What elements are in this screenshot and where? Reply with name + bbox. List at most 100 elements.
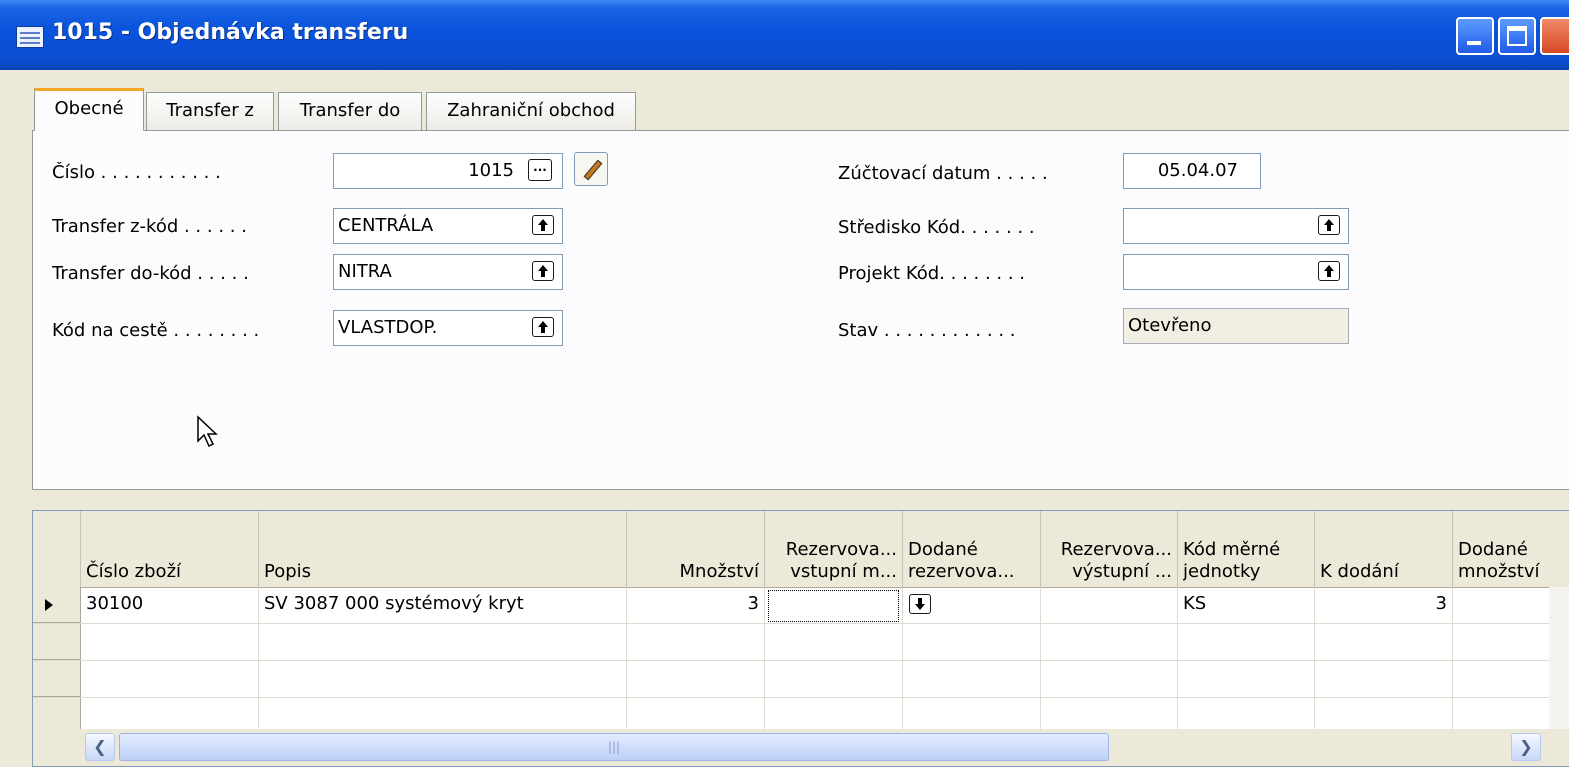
- tab-obecne[interactable]: Obecné: [34, 88, 144, 131]
- grid-cell[interactable]: [903, 661, 1041, 698]
- grid-cell[interactable]: [259, 624, 627, 661]
- table-row[interactable]: [33, 661, 1569, 698]
- ellipsis-button[interactable]: ...: [528, 159, 552, 181]
- grid-cell[interactable]: [903, 624, 1041, 661]
- tab-zahranicni-obchod[interactable]: Zahraniční obchod: [426, 92, 636, 130]
- lookup-arrow-icon[interactable]: [1318, 261, 1340, 281]
- projekt-label: Projekt Kód. . . . . . . .: [838, 263, 1026, 284]
- table-row[interactable]: [33, 624, 1569, 661]
- col-header-cislo-zbozi[interactable]: Číslo zboží: [81, 511, 259, 587]
- cislo-value: 1015: [468, 160, 514, 181]
- form-icon: [16, 26, 44, 48]
- projekt-field[interactable]: [1123, 254, 1349, 290]
- col-header-rezervovano-vystupni[interactable]: Rezervova... výstupní ...: [1041, 511, 1178, 587]
- scroll-right-icon[interactable]: ❯: [1511, 733, 1541, 761]
- lookup-arrow-icon[interactable]: [1318, 215, 1340, 235]
- col-header-mnozstvi[interactable]: Množství: [627, 511, 765, 587]
- cell-mnozstvi[interactable]: 3: [627, 587, 765, 624]
- row-selector-current[interactable]: [33, 587, 81, 623]
- col-header-label: Dodané množství: [1458, 539, 1540, 582]
- tab-label: Zahraniční obchod: [447, 100, 615, 121]
- col-header-rezervovano-vstupni[interactable]: Rezervova... vstupní m...: [765, 511, 903, 587]
- close-button[interactable]: [1540, 17, 1569, 55]
- cislo-field[interactable]: 1015 ...: [333, 153, 563, 189]
- kod-na-ceste-label: Kód na cestě . . . . . . . .: [52, 320, 260, 341]
- col-header-k-dodani[interactable]: K dodání: [1315, 511, 1453, 587]
- stav-value: Otevřeno: [1128, 315, 1212, 336]
- cislo-label: Číslo . . . . . . . . . . .: [52, 162, 221, 183]
- tab-label: Obecné: [54, 98, 124, 119]
- cell-rezervovano-vystupni[interactable]: [1041, 587, 1178, 624]
- window-body: Obecné Transfer z Transfer do Zahraniční…: [0, 70, 1569, 767]
- header-selector: [33, 511, 81, 587]
- focused-cell-outline: [768, 590, 899, 622]
- cell-cislo-zbozi[interactable]: 30100: [81, 587, 259, 624]
- grid-header: Číslo zboží Popis Množství Rezervova... v…: [33, 511, 1569, 588]
- horizontal-scrollbar[interactable]: ❮ ||| ❯: [33, 729, 1569, 766]
- stredisko-label: Středisko Kód. . . . . . .: [838, 217, 1035, 238]
- grid-cell[interactable]: [1178, 624, 1315, 661]
- col-header-dodane-rezervovano[interactable]: Dodané rezervova...: [903, 511, 1041, 587]
- window-title: 1015 - Objednávka transferu: [52, 20, 409, 45]
- col-header-label: Rezervova... vstupní m...: [785, 539, 897, 582]
- lookup-arrow-icon[interactable]: [532, 215, 554, 235]
- grid-cell[interactable]: [627, 624, 765, 661]
- row-selector[interactable]: [33, 661, 81, 697]
- lookup-arrow-icon[interactable]: [532, 317, 554, 337]
- col-header-label: Množství: [679, 561, 760, 582]
- col-header-label: Kód měrné jednotky: [1183, 539, 1281, 582]
- grid-cell[interactable]: [1315, 661, 1453, 698]
- zuctovaci-datum-label: Zúčtovací datum . . . . .: [838, 163, 1048, 184]
- stredisko-field[interactable]: [1123, 208, 1349, 244]
- pencil-icon[interactable]: [574, 152, 608, 186]
- grid-cell[interactable]: [81, 661, 259, 698]
- row-selector[interactable]: [33, 624, 81, 660]
- col-header-dodane-mnozstvi[interactable]: Dodané množství: [1453, 511, 1569, 587]
- tab-transfer-z[interactable]: Transfer z: [146, 92, 274, 130]
- transfer-z-field[interactable]: CENTRÁLA: [333, 208, 563, 244]
- stav-field: Otevřeno: [1123, 308, 1349, 344]
- grid-cell[interactable]: [81, 624, 259, 661]
- tab-label: Transfer z: [166, 100, 254, 121]
- col-header-label: Číslo zboží: [86, 561, 182, 582]
- grid-cell[interactable]: [765, 624, 903, 661]
- grid-cell[interactable]: [765, 661, 903, 698]
- grid-cell[interactable]: [1041, 661, 1178, 698]
- grid-cell[interactable]: [1041, 624, 1178, 661]
- scroll-left-icon[interactable]: ❮: [85, 733, 115, 761]
- transfer-z-value: CENTRÁLA: [338, 215, 434, 236]
- col-header-label: Rezervova... výstupní ...: [1060, 539, 1172, 582]
- minimize-button[interactable]: [1456, 17, 1494, 55]
- zuctovaci-datum-field[interactable]: 05.04.07: [1123, 153, 1261, 189]
- col-header-popis[interactable]: Popis: [259, 511, 627, 587]
- cell-k-dodani[interactable]: 3: [1315, 587, 1453, 624]
- transfer-do-field[interactable]: NITRA: [333, 254, 563, 290]
- stav-label: Stav . . . . . . . . . . . .: [838, 320, 1016, 341]
- scroll-thumb[interactable]: |||: [119, 733, 1109, 761]
- transfer-do-label: Transfer do-kód . . . . .: [52, 263, 249, 284]
- tab-label: Transfer do: [299, 100, 401, 121]
- grid-cell[interactable]: [259, 661, 627, 698]
- vertical-scrollbar[interactable]: [1549, 587, 1569, 732]
- cell-popis[interactable]: SV 3087 000 systémový kryt: [259, 587, 627, 624]
- col-header-label: Popis: [264, 561, 312, 582]
- transfer-z-label: Transfer z-kód . . . . . .: [52, 216, 247, 237]
- grid-cell[interactable]: [1178, 661, 1315, 698]
- col-header-label: K dodání: [1320, 561, 1399, 582]
- maximize-button[interactable]: [1498, 17, 1536, 55]
- col-header-label: Dodané rezervova...: [908, 539, 1015, 582]
- transfer-do-value: NITRA: [338, 261, 392, 282]
- grid-cell[interactable]: [1315, 624, 1453, 661]
- col-header-kod-merne-jednotky[interactable]: Kód měrné jednotky: [1178, 511, 1315, 587]
- kod-na-ceste-value: VLASTDOP.: [338, 317, 438, 338]
- cell-kod-mj[interactable]: KS: [1178, 587, 1315, 624]
- kod-na-ceste-field[interactable]: VLASTDOP.: [333, 310, 563, 346]
- grid-cell[interactable]: [627, 661, 765, 698]
- drilldown-arrow-icon[interactable]: [909, 594, 931, 614]
- lookup-arrow-icon[interactable]: [532, 261, 554, 281]
- title-bar: 1015 - Objednávka transferu: [0, 0, 1569, 70]
- tab-transfer-do[interactable]: Transfer do: [278, 92, 422, 130]
- mouse-cursor-icon: [197, 415, 218, 448]
- cell-dodane-rezervovano[interactable]: [903, 587, 1041, 624]
- zuctovaci-datum-value: 05.04.07: [1157, 160, 1238, 181]
